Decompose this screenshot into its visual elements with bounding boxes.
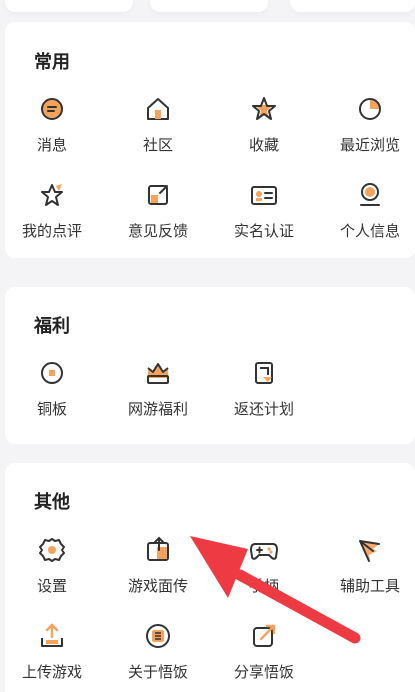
previous-card-bottom-3 [290,0,415,12]
menu-item-about[interactable]: 关于悟饭 [106,621,210,682]
other-section-title: 其他 [34,492,70,513]
info-icon [146,624,170,648]
gift-icon [147,363,169,384]
menu-item-label: 最近浏览 [339,136,400,154]
menu-item-assist-tools[interactable]: 辅助工具 [318,535,415,596]
person-icon [360,183,380,206]
menu-item-label: 上传游戏 [21,663,82,681]
welfare-section-card: 福利 铜板 网游福利 返还计划 [5,287,415,444]
star-icon [252,97,276,120]
menu-item-label: 游戏面传 [127,577,188,595]
menu-item-real-name[interactable]: 实名认证 [212,180,316,241]
menu-item-label: 意见反馈 [127,222,188,240]
menu-item-gamepad[interactable]: 手柄 [212,535,316,596]
history-icon [359,98,381,120]
other-section-card: 其他 设置 游戏面传 手柄 辅助工具 上传游戏 关于悟饭 分享悟饭 [5,463,415,692]
welfare-section-title: 福利 [34,316,70,337]
menu-item-rebate-plan[interactable]: 返还计划 [212,358,316,419]
menu-item-label: 关于悟饭 [127,663,188,681]
menu-item-label: 分享悟饭 [233,663,294,681]
menu-item-label: 消息 [36,136,67,154]
menu-item-label: 设置 [36,577,67,595]
id-card-icon [251,186,277,205]
menu-item-my-reviews[interactable]: 我的点评 [0,180,104,241]
menu-item-label: 个人信息 [339,222,400,240]
menu-item-label: 返还计划 [233,400,294,418]
menu-item-personal-info[interactable]: 个人信息 [318,180,415,241]
menu-item-label: 收藏 [248,136,279,154]
menu-item-settings[interactable]: 设置 [0,535,104,596]
common-section-card: 常用 消息 社区 收藏 最近浏览 我的点评 意见反馈 实名认证 个人信息 [5,22,415,258]
feedback-icon [148,185,168,205]
menu-item-label: 我的点评 [21,222,82,240]
menu-item-label: 手柄 [248,577,279,595]
previous-card-bottom [5,0,133,12]
menu-item-label: 社区 [142,136,173,154]
menu-item-label: 网游福利 [127,400,188,418]
coin-icon [41,362,63,384]
menu-item-message[interactable]: 消息 [0,94,104,155]
menu-item-label: 辅助工具 [339,577,400,595]
menu-item-label: 铜板 [36,400,67,418]
menu-item-upload-game[interactable]: 上传游戏 [0,621,104,682]
menu-item-favorites[interactable]: 收藏 [212,94,316,155]
menu-item-game-upload[interactable]: 游戏面传 [106,535,210,596]
home-icon [147,98,169,120]
menu-item-coins[interactable]: 铜板 [0,358,104,419]
menu-item-community[interactable]: 社区 [106,94,210,155]
message-icon [41,98,63,120]
menu-item-share[interactable]: 分享悟饭 [212,621,316,682]
review-icon [41,184,63,206]
previous-card-bottom-2 [150,0,268,12]
menu-item-online-game-welfare[interactable]: 网游福利 [106,358,210,419]
menu-item-label: 实名认证 [233,222,294,240]
share-icon [253,624,276,647]
tool-icon [359,540,380,562]
menu-item-recent[interactable]: 最近浏览 [318,94,415,155]
gear-icon [39,538,65,562]
upload-icon [41,623,63,647]
upload-box-icon [147,536,169,561]
common-section-title: 常用 [34,52,70,73]
rebate-icon [255,362,273,384]
menu-item-feedback[interactable]: 意见反馈 [106,180,210,241]
gamepad-icon [250,543,278,560]
